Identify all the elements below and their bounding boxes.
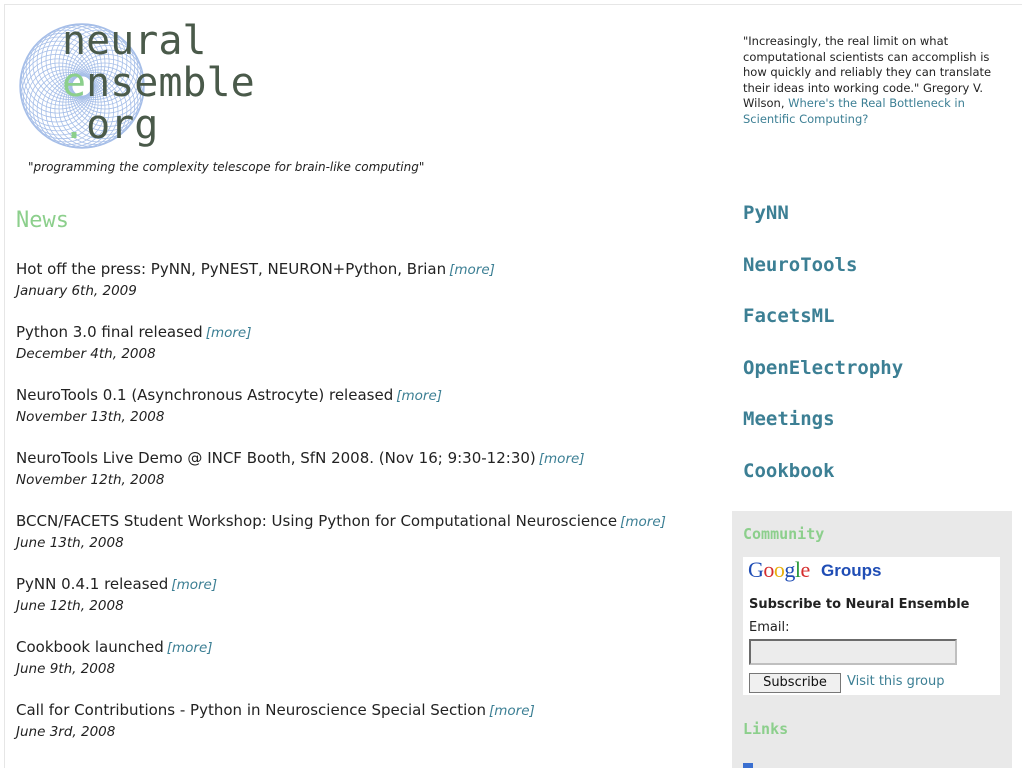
site-tagline: "programming the complexity telescope fo…: [28, 160, 425, 174]
nav-link-facetsml[interactable]: FacetsML: [743, 305, 835, 327]
logo-line-1: neural: [62, 18, 207, 64]
site-logo[interactable]: neural ensemble .org: [16, 20, 306, 155]
more-link[interactable]: [more]: [171, 577, 217, 593]
email-label: Email:: [749, 620, 790, 635]
email-input[interactable]: [749, 639, 957, 665]
news-headline: NeuroTools 0.1 (Asynchronous Astrocyte) …: [16, 384, 716, 408]
news-date: June 9th, 2008: [16, 661, 116, 677]
logo-wordmark: neural ensemble .org: [62, 20, 255, 146]
news-item: Cookbook launched [more] June 9th, 2008: [16, 636, 716, 678]
google-logo-letter: g: [784, 557, 795, 582]
news-heading: News: [16, 208, 69, 233]
news-headline-text: PyNN 0.4.1 released: [16, 575, 169, 593]
nav-item: NeuroTools: [743, 254, 903, 306]
community-heading: Community: [743, 525, 825, 543]
news-date: December 4th, 2008: [16, 346, 156, 362]
news-item: Python 3.0 final released [more] December …: [16, 321, 716, 363]
news-list: Hot off the press: PyNN, PyNEST, NEURON+…: [16, 258, 716, 762]
more-link[interactable]: [more]: [206, 325, 252, 341]
nav-item: Meetings: [743, 408, 903, 460]
nav-link-neurotools[interactable]: NeuroTools: [743, 254, 857, 276]
news-item: BCCN/FACETS Student Workshop: Using Pyth…: [16, 510, 716, 552]
news-date: January 6th, 2009: [16, 283, 137, 299]
news-item: NeuroTools 0.1 (Asynchronous Astrocyte) …: [16, 384, 716, 426]
news-headline: Cookbook launched [more]: [16, 636, 716, 660]
nav-link-openelectrophy[interactable]: OpenElectrophy: [743, 357, 903, 379]
news-headline-text: BCCN/FACETS Student Workshop: Using Pyth…: [16, 512, 618, 530]
news-headline: Call for Contributions - Python in Neuro…: [16, 699, 716, 723]
subscribe-button[interactable]: Subscribe: [749, 673, 841, 693]
logo-line-3-rest: org: [86, 102, 159, 148]
news-date: June 3rd, 2008: [16, 724, 116, 740]
news-headline-text: NeuroTools 0.1 (Asynchronous Astrocyte) …: [16, 386, 394, 404]
nav-item: FacetsML: [743, 305, 903, 357]
nav-item: PyNN: [743, 202, 903, 254]
news-item: Hot off the press: PyNN, PyNEST, NEURON+…: [16, 258, 716, 300]
news-date: June 13th, 2008: [16, 535, 124, 551]
visit-group-link[interactable]: Visit this group: [847, 674, 944, 689]
nav-link-pynn[interactable]: PyNN: [743, 202, 789, 224]
news-date: November 12th, 2008: [16, 472, 165, 488]
more-link[interactable]: [more]: [489, 703, 535, 719]
google-groups-label: Groups: [821, 561, 882, 580]
subscribe-heading: Subscribe to Neural Ensemble: [749, 597, 970, 612]
more-link[interactable]: [more]: [167, 640, 213, 656]
news-item: Call for Contributions - Python in Neuro…: [16, 699, 716, 741]
nav-item: Cookbook: [743, 460, 903, 512]
news-headline-text: Call for Contributions - Python in Neuro…: [16, 701, 486, 719]
google-groups-widget: Google Groups Subscribe to Neural Ensemb…: [743, 557, 1000, 695]
community-box: Community Google Groups Subscribe to Neu…: [732, 511, 1012, 768]
news-headline: Hot off the press: PyNN, PyNEST, NEURON+…: [16, 258, 716, 282]
news-item: PyNN 0.4.1 released [more] June 12th, 2008: [16, 573, 716, 615]
news-headline: Python 3.0 final released [more]: [16, 321, 716, 345]
logo-line-2-accent: e: [62, 60, 87, 106]
news-headline-text: NeuroTools Live Demo @ INCF Booth, SfN 2…: [16, 449, 536, 467]
news-item: NeuroTools Live Demo @ INCF Booth, SfN 2…: [16, 447, 716, 489]
logo-line-2: ensemble: [62, 62, 255, 104]
news-headline-text: Python 3.0 final released: [16, 323, 203, 341]
news-headline: NeuroTools Live Demo @ INCF Booth, SfN 2…: [16, 447, 716, 471]
logo-line-3-accent: .: [62, 102, 87, 148]
google-logo-letter: G: [748, 557, 764, 582]
google-logo-letter: o: [763, 557, 774, 582]
nav-link-meetings[interactable]: Meetings: [743, 408, 835, 430]
main-nav: PyNN NeuroTools FacetsML OpenElectrophy Meet…: [743, 202, 903, 511]
links-heading: Links: [743, 720, 789, 738]
logo-line-3: .org: [62, 104, 255, 146]
header-quote: "Increasingly, the real limit on what co…: [743, 34, 1013, 127]
google-logo-letter: e: [800, 557, 811, 582]
nav-link-cookbook[interactable]: Cookbook: [743, 460, 835, 482]
more-link[interactable]: [more]: [396, 388, 442, 404]
google-logo-letter: o: [773, 557, 785, 582]
nav-item: OpenElectrophy: [743, 357, 903, 409]
news-headline-text: Hot off the press: PyNN, PyNEST, NEURON+…: [16, 260, 447, 278]
more-link[interactable]: [more]: [539, 451, 585, 467]
news-headline-text: Cookbook launched: [16, 638, 164, 656]
news-headline: BCCN/FACETS Student Workshop: Using Pyth…: [16, 510, 716, 534]
google-logo-icon: Google: [748, 557, 810, 583]
more-link[interactable]: [more]: [620, 514, 666, 530]
news-headline: PyNN 0.4.1 released [more]: [16, 573, 716, 597]
logo-line-2-rest: nsemble: [86, 60, 255, 106]
more-link[interactable]: [more]: [449, 262, 495, 278]
links-bullet-icon: [743, 763, 753, 768]
news-date: November 13th, 2008: [16, 409, 165, 425]
news-date: June 12th, 2008: [16, 598, 124, 614]
